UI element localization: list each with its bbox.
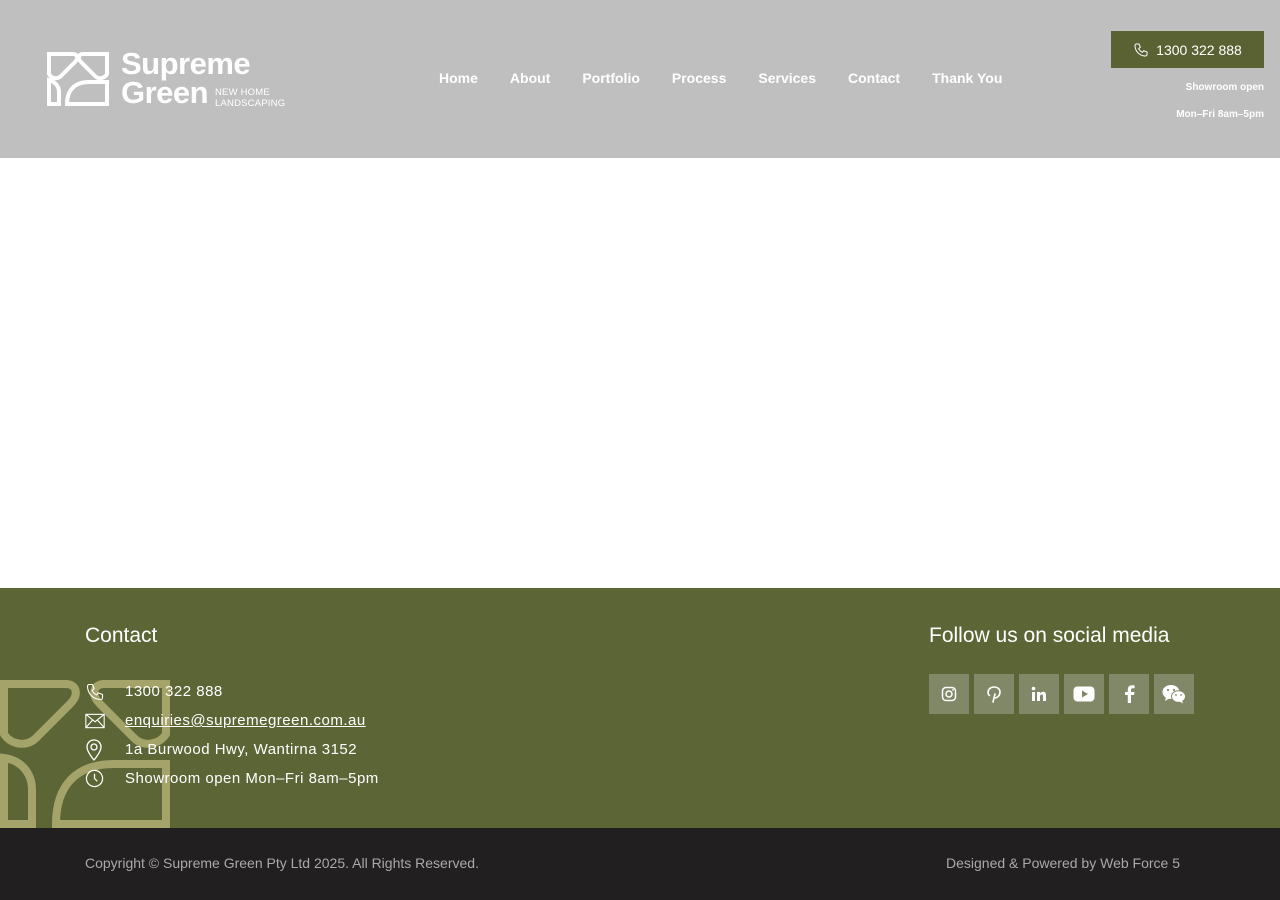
linkedin-button[interactable] [1019,674,1059,714]
footer-address-text: 1a Burwood Hwy, Wantirna 3152 [125,741,358,758]
site-footer: Contact 1300 322 888 enquiries@supremegr… [0,588,1280,828]
footer-hours-text: Showroom open Mon–Fri 8am–5pm [125,770,379,787]
leaf-logo-icon [47,52,109,106]
instagram-button[interactable] [929,674,969,714]
linkedin-icon [1031,686,1046,701]
footer-phone-text[interactable]: 1300 322 888 [125,683,223,700]
footer-social-title: Follow us on social media [929,624,1170,647]
nav-contact[interactable]: Contact [832,68,916,88]
nav-about[interactable]: About [494,68,566,88]
copyright-bar: Copyright © Supreme Green Pty Ltd 2025. … [0,828,1280,900]
header-phone-button[interactable]: 1300 322 888 [1111,31,1264,68]
nav-home[interactable]: Home [423,68,494,88]
clock-icon [85,769,125,788]
wechat-button[interactable] [1154,674,1194,714]
copyright-text: Copyright © Supreme Green Pty Ltd 2025. … [85,855,479,871]
header-hours-line2: Mon–Fri 8am–5pm [1176,109,1264,120]
phone-icon [85,682,125,702]
pinterest-icon [987,685,1001,703]
brand-name-line2: Green [121,75,209,110]
pinterest-button[interactable] [974,674,1014,714]
credits-link[interactable]: Designed & Powered by Web Force 5 [946,855,1180,871]
phone-icon [1134,43,1148,56]
footer-hours-row: Showroom open Mon–Fri 8am–5pm [85,764,379,793]
footer-email-link[interactable]: enquiries@supremegreen.com.au [125,712,366,729]
footer-contact-title: Contact [85,624,158,647]
header-hours-line1: Showroom open [1185,82,1264,93]
footer-contact-list: 1300 322 888 enquiries@supremegreen.com.… [85,677,379,793]
youtube-icon [1073,686,1095,702]
site-header: Supreme Green NEW HOME LANDSCAPING Home … [0,0,1280,158]
wechat-icon [1162,685,1186,704]
youtube-button[interactable] [1064,674,1104,714]
map-pin-icon [85,738,125,761]
site-logo[interactable]: Supreme Green NEW HOME LANDSCAPING [45,48,285,110]
facebook-icon [1124,685,1135,703]
envelope-icon [85,713,125,729]
social-links [929,674,1199,714]
brand-tagline-line2: LANDSCAPING [215,98,286,109]
header-phone-label: 1300 322 888 [1156,41,1242,58]
footer-address-row: 1a Burwood Hwy, Wantirna 3152 [85,735,379,764]
nav-services[interactable]: Services [742,68,832,88]
facebook-button[interactable] [1109,674,1149,714]
footer-email-row: enquiries@supremegreen.com.au [85,706,379,735]
main-nav: Home About Portfolio Process Services Co… [423,68,1018,88]
instagram-icon [941,686,957,702]
brand-tagline-line1: NEW HOME [215,87,270,98]
nav-portfolio[interactable]: Portfolio [566,68,656,88]
nav-thank-you[interactable]: Thank You [916,68,1018,88]
footer-phone-row: 1300 322 888 [85,677,379,706]
nav-process[interactable]: Process [656,68,742,88]
